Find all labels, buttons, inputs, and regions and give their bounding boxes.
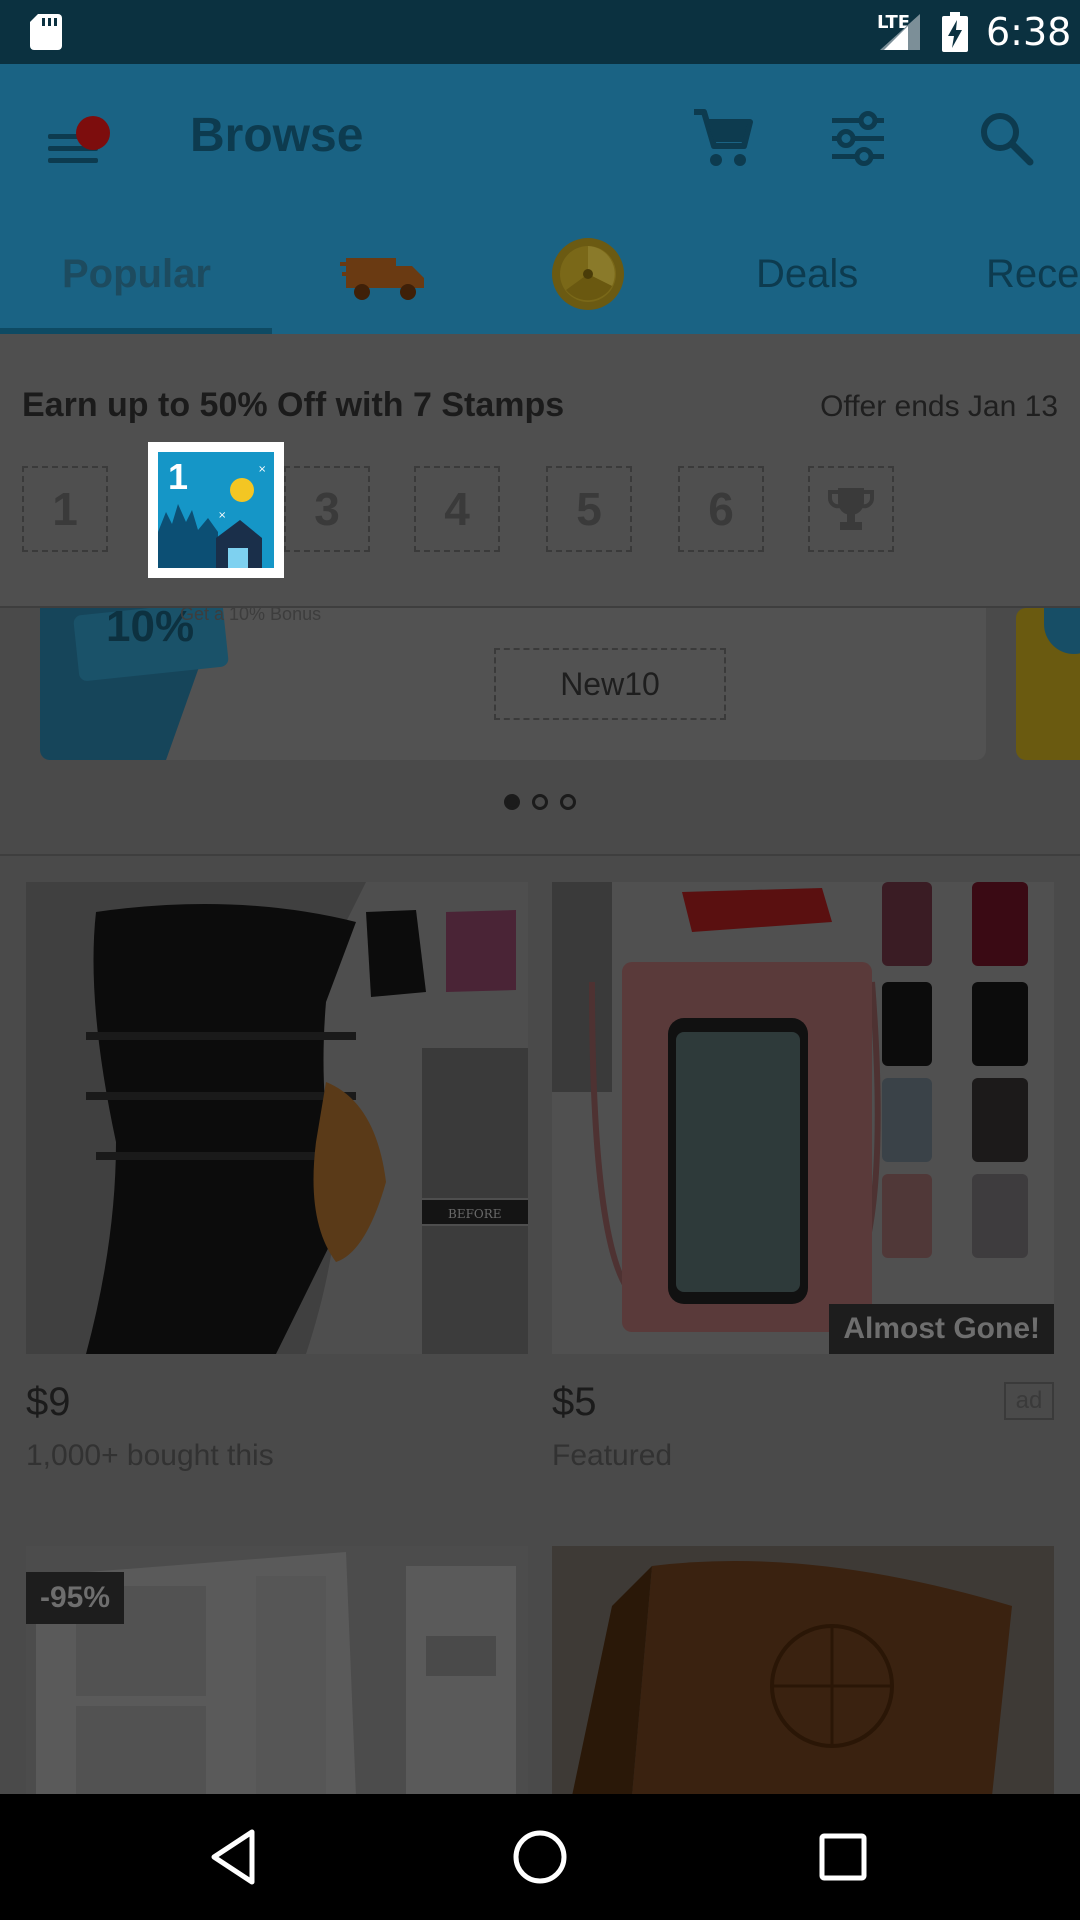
spin-wheel-icon	[552, 238, 624, 310]
home-icon[interactable]	[507, 1824, 573, 1890]
tab-popular[interactable]: Popular	[62, 214, 211, 334]
back-icon[interactable]	[204, 1824, 270, 1890]
truck-icon	[340, 258, 424, 300]
svg-text:×: ×	[218, 510, 226, 521]
screen: LTE 6:38 Browse Popular Deals Rece Earn …	[0, 0, 1080, 1920]
stamp-town-icon: × ×	[158, 464, 266, 568]
filter-icon[interactable]	[830, 108, 886, 168]
promo-banner-area: 10% Get a 10% Bonus New10	[0, 608, 1080, 854]
product-image-waist-trainer[interactable]: BEFORE	[26, 882, 528, 1354]
menu-button[interactable]	[46, 116, 110, 168]
coupon-subtitle: Get a 10% Bonus	[180, 608, 322, 624]
tab-shipping[interactable]	[334, 214, 434, 334]
product-price: $5	[552, 1380, 597, 1424]
app-bar: Browse Popular Deals Rece	[0, 64, 1080, 334]
stamps-panel[interactable]: Earn up to 50% Off with 7 Stamps Offer e…	[0, 334, 1080, 608]
almost-gone-badge: Almost Gone!	[829, 1304, 1054, 1354]
status-bar: LTE 6:38	[0, 0, 1080, 64]
ad-badge: ad	[1004, 1382, 1054, 1420]
trophy-icon	[828, 488, 874, 530]
battery-charging-icon	[942, 12, 968, 52]
stamps-title: Earn up to 50% Off with 7 Stamps	[22, 386, 565, 424]
sd-card-icon	[30, 14, 62, 50]
system-nav-bar	[0, 1794, 1080, 1920]
waist-trainer-image: BEFORE	[26, 882, 528, 1354]
carousel-dot[interactable]	[532, 794, 548, 810]
stamp-collected: 1 × ×	[148, 442, 284, 578]
cart-icon[interactable]	[690, 106, 754, 170]
stamp-slot: 5	[546, 466, 632, 552]
signal-icon	[880, 14, 920, 50]
carousel-dot[interactable]	[560, 794, 576, 810]
product-grid: BEFORE $9 1,000+ bought this Almost Gone…	[0, 854, 1080, 1796]
product-image-crossbody-bag[interactable]: Almost Gone!	[552, 882, 1054, 1354]
stamps-offer-end: Offer ends Jan 13	[820, 390, 1058, 423]
next-banner-peek[interactable]	[1016, 608, 1080, 760]
stamp-slot: 6	[678, 466, 764, 552]
product-card[interactable]: Almost Gone! ad $5 Featured	[552, 882, 1054, 1473]
recents-icon[interactable]	[810, 1824, 876, 1890]
page-title: Browse	[190, 109, 364, 162]
product-image-cabinet[interactable]: -95%	[26, 1546, 528, 1796]
product-image-journal[interactable]	[552, 1546, 1054, 1796]
search-icon[interactable]	[976, 108, 1036, 168]
svg-text:BEFORE: BEFORE	[448, 1207, 502, 1221]
product-card[interactable]: BEFORE $9 1,000+ bought this	[26, 882, 528, 1473]
product-card[interactable]: -95%	[26, 1546, 528, 1796]
menu-line	[48, 158, 98, 163]
tab-bar: Popular Deals Rece	[0, 214, 1080, 334]
stamp-artwork: 1 × ×	[158, 452, 274, 568]
stamp-slot-trophy	[808, 466, 894, 552]
tab-spin-wheel[interactable]	[548, 214, 628, 334]
tab-deals[interactable]: Deals	[756, 214, 858, 334]
clock: 6:38	[986, 10, 1072, 54]
carousel-dot[interactable]	[504, 794, 520, 810]
crossbody-bag-image	[552, 882, 1054, 1354]
stamp-slot: 3	[284, 466, 370, 552]
product-price: $9	[26, 1380, 71, 1424]
promo-code[interactable]: New10	[494, 648, 726, 720]
journal-image	[552, 1546, 1054, 1796]
promo-banner[interactable]: 10% Get a 10% Bonus New10	[40, 608, 986, 760]
stamp-slot: 4	[414, 466, 500, 552]
discount-badge: -95%	[26, 1572, 125, 1624]
product-subtitle: Featured	[552, 1439, 673, 1472]
product-card[interactable]	[552, 1546, 1054, 1796]
stamp-slot: 1	[22, 466, 108, 552]
carousel-dots	[0, 794, 1080, 810]
banner-peek-graphic	[1044, 608, 1080, 654]
product-subtitle: 1,000+ bought this	[26, 1439, 274, 1472]
notification-dot	[76, 116, 110, 150]
tab-recent[interactable]: Rece	[986, 214, 1079, 334]
svg-text:×: ×	[258, 464, 266, 475]
